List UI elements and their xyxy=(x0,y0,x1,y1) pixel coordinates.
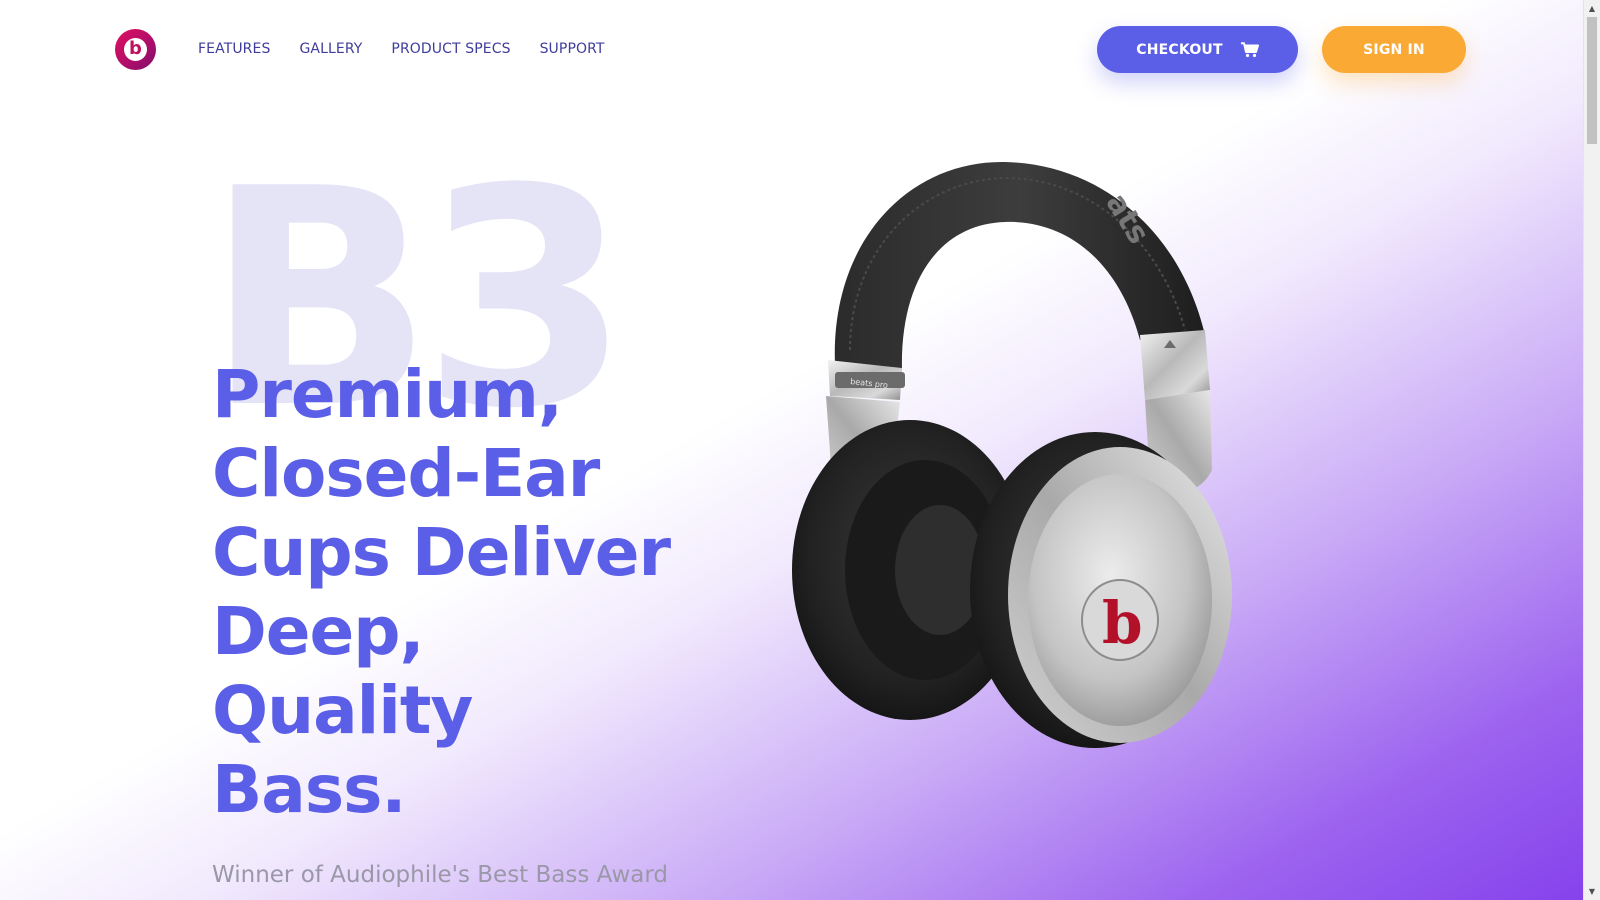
earcup-logo: b xyxy=(1102,589,1143,657)
logo-ring: b xyxy=(124,38,147,61)
headline-line: Premium, xyxy=(212,356,563,433)
headline-line: Closed-Ear xyxy=(212,435,600,512)
landing-page: b FEATURES GALLERY PRODUCT SPECS SUPPORT… xyxy=(0,0,1583,900)
nav-product-specs-link[interactable]: PRODUCT SPECS xyxy=(391,40,510,59)
headline-line: Bass. xyxy=(212,751,406,828)
scroll-down-arrow-icon[interactable]: ▼ xyxy=(1584,883,1600,900)
award-subline: Winner of Audiophile's Best Bass Award xyxy=(212,862,669,888)
nav-features-link[interactable]: FEATURES xyxy=(198,40,270,59)
sign-in-button[interactable]: SIGN IN xyxy=(1322,26,1466,73)
vertical-scrollbar[interactable]: ▲ ▼ xyxy=(1583,0,1600,900)
scrollbar-thumb[interactable] xyxy=(1587,17,1597,144)
brand-logo[interactable]: b xyxy=(115,29,156,70)
cart-icon xyxy=(1240,41,1259,58)
logo-letter: b xyxy=(129,38,142,59)
scroll-up-arrow-icon[interactable]: ▲ xyxy=(1584,0,1600,17)
headline-line: Quality xyxy=(212,672,473,749)
hero-headline: Premium, Closed-Ear Cups Deliver Deep, Q… xyxy=(212,355,692,829)
headline-line: Cups Deliver xyxy=(212,514,671,591)
nav-support-link[interactable]: SUPPORT xyxy=(540,40,605,59)
headline-line: Deep, xyxy=(212,593,425,670)
main-nav: FEATURES GALLERY PRODUCT SPECS SUPPORT xyxy=(198,40,605,59)
checkout-label: CHECKOUT xyxy=(1136,41,1223,58)
nav-gallery-link[interactable]: GALLERY xyxy=(299,40,362,59)
checkout-button[interactable]: CHECKOUT xyxy=(1097,26,1298,73)
headphones-image: ats beats pro b xyxy=(790,150,1250,770)
